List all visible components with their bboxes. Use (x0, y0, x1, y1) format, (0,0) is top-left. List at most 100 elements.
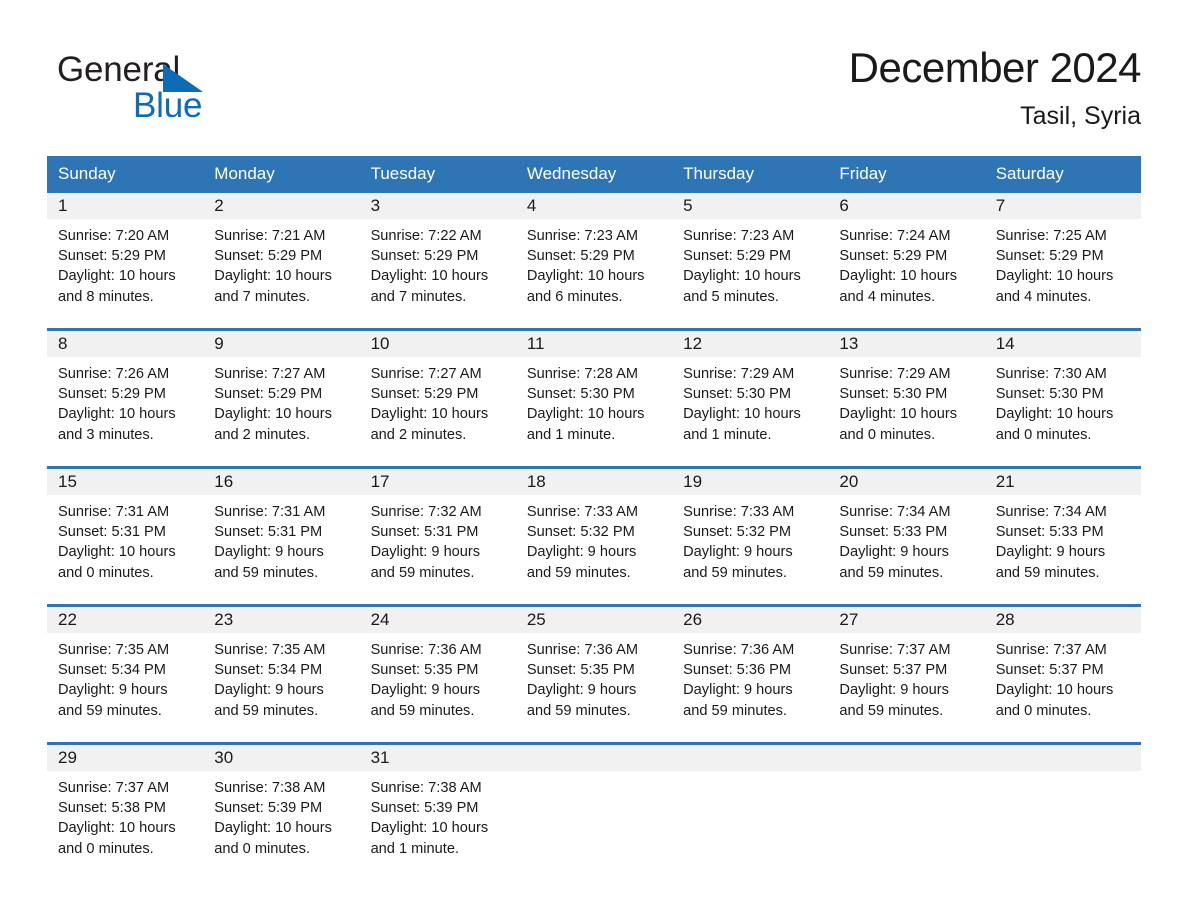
calendar-day-cell[interactable]: 3 Sunrise: 7:22 AM Sunset: 5:29 PM Daylight… (359, 193, 516, 328)
sunset-time: Sunset: 5:39 PM (370, 800, 479, 817)
calendar-day-cell[interactable]: 10 Sunrise: 7:27 AM Sunset: 5:29 PM Dayligh… (359, 331, 516, 466)
calendar-day-cell[interactable]: 31 Sunrise: 7:38 AM Sunset: 5:39 PM Dayligh… (359, 745, 516, 880)
calendar-week-row: 15 Sunrise: 7:31 AM Sunset: 5:31 PM Dayligh… (47, 466, 1141, 604)
sunset-time: Sunset: 5:30 PM (839, 386, 948, 403)
calendar-day-cell[interactable]: 6 Sunrise: 7:24 AM Sunset: 5:29 PM Daylight… (828, 193, 985, 328)
day-details (516, 771, 672, 778)
day-details: Sunrise: 7:27 AM Sunset: 5:29 PM Daylight:… (360, 357, 516, 445)
daylight-duration-line2: and 59 minutes. (683, 702, 787, 719)
calendar-day-cell-empty (984, 745, 1141, 880)
day-details (672, 771, 828, 778)
day-details: Sunrise: 7:32 AM Sunset: 5:31 PM Daylight:… (360, 495, 516, 583)
daylight-duration-line2: and 0 minutes. (58, 564, 154, 581)
sunrise-time: Sunrise: 7:38 AM (370, 780, 482, 796)
day-details: Sunrise: 7:34 AM Sunset: 5:33 PM Daylight:… (828, 495, 984, 583)
daylight-duration-line2: and 59 minutes. (839, 702, 944, 719)
sunrise-time: Sunrise: 7:27 AM (214, 366, 326, 382)
sunset-time: Sunset: 5:33 PM (839, 524, 948, 541)
day-details: Sunrise: 7:33 AM Sunset: 5:32 PM Daylight:… (672, 495, 828, 583)
day-number-band: 9 (203, 331, 360, 357)
calendar-day-cell[interactable]: 19 Sunrise: 7:33 AM Sunset: 5:32 PM Dayligh… (672, 469, 829, 604)
sunset-time: Sunset: 5:29 PM (214, 248, 323, 265)
calendar-day-cell[interactable]: 9 Sunrise: 7:27 AM Sunset: 5:29 PM Daylight… (203, 331, 360, 466)
day-number: 24 (370, 610, 390, 629)
sunset-time: Sunset: 5:34 PM (58, 662, 166, 679)
sunset-time: Sunset: 5:29 PM (58, 248, 166, 265)
calendar-day-cell[interactable]: 1 Sunrise: 7:20 AM Sunset: 5:29 PM Daylight… (47, 193, 204, 328)
day-number: 23 (214, 610, 234, 629)
calendar-day-cell[interactable]: 21 Sunrise: 7:34 AM Sunset: 5:33 PM Dayligh… (984, 469, 1141, 604)
sunrise-time: Sunrise: 7:22 AM (370, 228, 482, 244)
day-number: 11 (526, 334, 545, 353)
sunrise-time: Sunrise: 7:35 AM (58, 642, 170, 658)
day-number-band: 10 (359, 331, 516, 357)
weekday-header-row: Sunday Monday Tuesday Wednesday Thursday… (47, 156, 1141, 193)
calendar-day-cell[interactable]: 18 Sunrise: 7:33 AM Sunset: 5:32 PM Dayligh… (515, 469, 673, 604)
day-number: 21 (995, 472, 1015, 491)
daylight-duration-line1: Daylight: 10 hours (214, 406, 332, 423)
calendar-day-cell[interactable]: 29 Sunrise: 7:37 AM Sunset: 5:38 PM Dayligh… (47, 745, 204, 880)
calendar-day-cell[interactable]: 2 Sunrise: 7:21 AM Sunset: 5:29 PM Daylight… (203, 193, 360, 328)
sunset-time: Sunset: 5:29 PM (839, 248, 948, 265)
calendar-day-cell[interactable]: 28 Sunrise: 7:37 AM Sunset: 5:37 PM Dayligh… (984, 607, 1141, 742)
calendar-day-cell[interactable]: 17 Sunrise: 7:32 AM Sunset: 5:31 PM Dayligh… (359, 469, 516, 604)
weekday-header-monday: Monday (214, 164, 275, 183)
daylight-duration-line2: and 59 minutes. (214, 564, 319, 581)
calendar-day-cell[interactable]: 7 Sunrise: 7:25 AM Sunset: 5:29 PM Daylight… (984, 193, 1141, 328)
sunrise-time: Sunrise: 7:23 AM (526, 228, 638, 244)
daylight-duration-line1: Daylight: 9 hours (839, 682, 949, 699)
calendar-day-cell[interactable]: 14 Sunrise: 7:30 AM Sunset: 5:30 PM Dayligh… (984, 331, 1141, 466)
calendar-day-cell[interactable]: 24 Sunrise: 7:36 AM Sunset: 5:35 PM Dayligh… (359, 607, 516, 742)
day-number-band: 2 (203, 193, 360, 219)
daylight-duration-line1: Daylight: 10 hours (214, 820, 332, 837)
calendar-day-cell[interactable]: 23 Sunrise: 7:35 AM Sunset: 5:34 PM Dayligh… (203, 607, 360, 742)
daylight-duration-line2: and 0 minutes. (214, 840, 311, 857)
calendar-weeks: 1 Sunrise: 7:20 AM Sunset: 5:29 PM Daylight… (47, 193, 1141, 880)
sunset-time: Sunset: 5:37 PM (839, 662, 948, 679)
day-number: 4 (526, 196, 537, 215)
calendar-day-cell[interactable]: 4 Sunrise: 7:23 AM Sunset: 5:29 PM Daylight… (515, 193, 673, 328)
day-details: Sunrise: 7:38 AM Sunset: 5:39 PM Daylight:… (203, 771, 359, 859)
daylight-duration-line2: and 0 minutes. (995, 426, 1092, 443)
calendar-day-cell[interactable]: 25 Sunrise: 7:36 AM Sunset: 5:35 PM Dayligh… (515, 607, 673, 742)
weekday-header-tuesday: Tuesday (370, 164, 436, 183)
calendar-day-cell[interactable]: 5 Sunrise: 7:23 AM Sunset: 5:29 PM Daylight… (672, 193, 829, 328)
day-number: 31 (370, 748, 390, 767)
daylight-duration-line1: Daylight: 10 hours (526, 268, 645, 285)
day-number-band: 8 (47, 331, 204, 357)
sunset-time: Sunset: 5:29 PM (370, 386, 479, 403)
calendar-day-cell[interactable]: 13 Sunrise: 7:29 AM Sunset: 5:30 PM Dayligh… (828, 331, 985, 466)
daylight-duration-line1: Daylight: 9 hours (526, 682, 637, 699)
daylight-duration-line2: and 0 minutes. (995, 702, 1092, 719)
sunset-time: Sunset: 5:35 PM (370, 662, 479, 679)
sunrise-time: Sunrise: 7:24 AM (839, 228, 951, 244)
day-number: 1 (58, 196, 68, 215)
sunrise-time: Sunrise: 7:34 AM (839, 504, 951, 520)
day-number: 19 (683, 472, 703, 491)
sunrise-time: Sunrise: 7:36 AM (683, 642, 795, 658)
calendar-day-cell[interactable]: 20 Sunrise: 7:34 AM Sunset: 5:33 PM Dayligh… (828, 469, 985, 604)
day-number: 25 (526, 610, 546, 629)
calendar-day-cell[interactable]: 26 Sunrise: 7:36 AM Sunset: 5:36 PM Dayligh… (672, 607, 829, 742)
sunrise-time: Sunrise: 7:27 AM (370, 366, 482, 382)
daylight-duration-line1: Daylight: 10 hours (839, 268, 958, 285)
calendar-day-cell[interactable]: 27 Sunrise: 7:37 AM Sunset: 5:37 PM Dayligh… (828, 607, 985, 742)
calendar-day-cell[interactable]: 12 Sunrise: 7:29 AM Sunset: 5:30 PM Dayligh… (672, 331, 829, 466)
day-number: 2 (214, 196, 224, 215)
day-details: Sunrise: 7:36 AM Sunset: 5:35 PM Daylight:… (516, 633, 672, 721)
day-number-band: 20 (828, 469, 985, 495)
day-number: 3 (370, 196, 381, 215)
calendar-day-cell[interactable]: 15 Sunrise: 7:31 AM Sunset: 5:31 PM Dayligh… (47, 469, 204, 604)
general-blue-logo: General Blue (57, 50, 277, 130)
day-details: Sunrise: 7:21 AM Sunset: 5:29 PM Daylight:… (203, 219, 359, 307)
day-details: Sunrise: 7:20 AM Sunset: 5:29 PM Daylight:… (47, 219, 203, 307)
day-details: Sunrise: 7:23 AM Sunset: 5:29 PM Daylight:… (672, 219, 828, 307)
sunrise-time: Sunrise: 7:37 AM (995, 642, 1107, 658)
calendar-day-cell[interactable]: 11 Sunrise: 7:28 AM Sunset: 5:30 PM Dayligh… (515, 331, 673, 466)
calendar-week-row: 8 Sunrise: 7:26 AM Sunset: 5:29 PM Daylight… (47, 328, 1141, 466)
calendar-day-cell[interactable]: 22 Sunrise: 7:35 AM Sunset: 5:34 PM Dayligh… (47, 607, 204, 742)
day-details: Sunrise: 7:37 AM Sunset: 5:37 PM Daylight:… (828, 633, 984, 721)
calendar-day-cell[interactable]: 8 Sunrise: 7:26 AM Sunset: 5:29 PM Daylight… (47, 331, 204, 466)
calendar-day-cell[interactable]: 30 Sunrise: 7:38 AM Sunset: 5:39 PM Dayligh… (203, 745, 360, 880)
calendar-day-cell[interactable]: 16 Sunrise: 7:31 AM Sunset: 5:31 PM Dayligh… (203, 469, 360, 604)
